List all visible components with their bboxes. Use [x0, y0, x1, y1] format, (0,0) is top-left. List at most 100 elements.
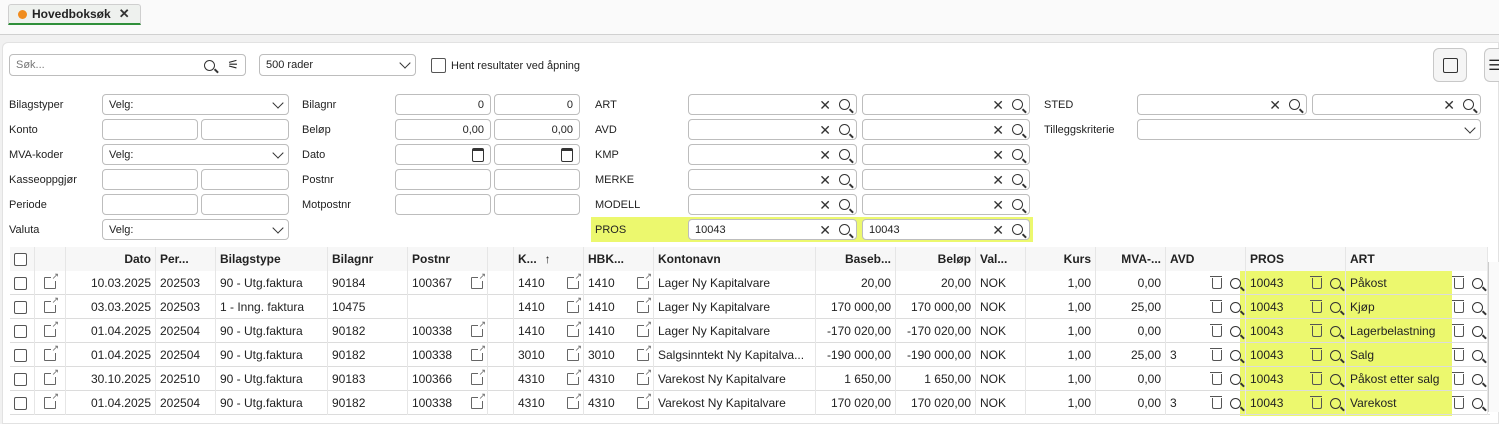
table-row[interactable]: 01.04.2025 202504 90 - Utg.faktura 90182 100… — [10, 319, 1490, 343]
clear-icon[interactable]: ✕ — [819, 148, 831, 162]
search-icon[interactable] — [839, 224, 850, 235]
row-checkbox[interactable] — [10, 367, 35, 391]
clear-icon[interactable]: ✕ — [992, 98, 1004, 112]
delete-icon[interactable] — [1310, 275, 1322, 289]
search-icon[interactable] — [1472, 397, 1483, 409]
merke-from-input[interactable]: ✕ — [688, 169, 857, 190]
clear-icon[interactable]: ✕ — [992, 223, 1004, 237]
search-icon[interactable] — [1330, 301, 1341, 313]
column-header-bilagnr[interactable]: Bilagnr — [328, 247, 408, 271]
periode-from-input[interactable] — [102, 194, 198, 215]
external-link-icon[interactable] — [471, 272, 486, 289]
calendar-icon[interactable] — [561, 147, 573, 162]
konto-to-input[interactable] — [201, 119, 289, 140]
periode-to-input[interactable] — [201, 194, 289, 215]
motpostnr-to-input[interactable] — [494, 194, 580, 215]
clear-icon[interactable]: ✕ — [819, 98, 831, 112]
delete-icon[interactable] — [1310, 323, 1322, 337]
column-header-kurs[interactable]: Kurs — [1026, 247, 1096, 271]
column-header-postnr[interactable]: Postnr — [408, 247, 488, 271]
open-voucher-icon[interactable] — [35, 343, 66, 367]
tillegg-select[interactable] — [1137, 119, 1481, 140]
external-link-icon[interactable] — [471, 320, 486, 337]
belop-to-input[interactable]: 0,00 — [494, 119, 580, 140]
mva-select[interactable]: Velg: — [102, 144, 289, 165]
open-voucher-icon[interactable] — [35, 271, 66, 295]
delete-icon[interactable] — [1210, 395, 1222, 409]
bilagstyper-select[interactable]: Velg: — [102, 94, 289, 115]
search-icon[interactable] — [839, 199, 850, 210]
clear-icon[interactable]: ✕ — [819, 173, 831, 187]
clear-icon[interactable]: ✕ — [992, 173, 1004, 187]
merke-to-input[interactable]: ✕ — [862, 169, 1030, 190]
column-header-avd[interactable]: AVD — [1166, 247, 1246, 271]
row-checkbox[interactable] — [10, 319, 35, 343]
column-header-mva[interactable]: MVA-... — [1096, 247, 1166, 271]
search-icon[interactable] — [839, 149, 850, 160]
search-icon[interactable] — [204, 59, 216, 71]
search-icon[interactable] — [1012, 149, 1023, 160]
search-icon[interactable] — [1330, 397, 1341, 409]
delete-icon[interactable] — [1310, 299, 1322, 313]
save-button[interactable] — [1433, 48, 1467, 82]
art-from-input[interactable]: ✕ — [688, 94, 857, 115]
avd-to-input[interactable]: ✕ — [862, 119, 1030, 140]
sted-from-input[interactable]: ✕ — [1137, 94, 1307, 115]
search-icon[interactable] — [1230, 301, 1241, 313]
search-icon[interactable] — [1289, 99, 1300, 110]
table-row[interactable]: 10.03.2025 202503 90 - Utg.faktura 90184 100… — [10, 271, 1490, 295]
external-link-icon[interactable] — [567, 296, 582, 313]
table-row[interactable]: 01.04.2025 202504 90 - Utg.faktura 90182 100… — [10, 343, 1490, 367]
external-link-icon[interactable] — [567, 344, 582, 361]
delete-icon[interactable] — [1210, 275, 1222, 289]
search-icon[interactable] — [1230, 325, 1241, 337]
column-header-base[interactable]: Baseb... — [816, 247, 896, 271]
sted-to-input[interactable]: ✕ — [1312, 94, 1481, 115]
open-voucher-icon[interactable] — [35, 367, 66, 391]
external-link-icon[interactable] — [637, 344, 652, 361]
clear-icon[interactable]: ✕ — [819, 123, 831, 137]
search-icon[interactable] — [1472, 373, 1483, 385]
row-checkbox[interactable] — [10, 271, 35, 295]
menu-button[interactable]: ☰ — [1484, 48, 1499, 82]
delete-icon[interactable] — [1452, 371, 1464, 385]
search-icon[interactable] — [1012, 224, 1023, 235]
search-icon[interactable] — [1463, 99, 1474, 110]
kmp-to-input[interactable]: ✕ — [862, 144, 1030, 165]
search-icon[interactable] — [1330, 349, 1341, 361]
search-icon[interactable] — [1330, 373, 1341, 385]
search-icon[interactable] — [839, 174, 850, 185]
motpostnr-from-input[interactable] — [395, 194, 491, 215]
postnr-from-input[interactable] — [395, 169, 491, 190]
column-header-dato[interactable]: Dato — [66, 247, 156, 271]
row-checkbox[interactable] — [10, 391, 35, 415]
column-header-art[interactable]: ART — [1346, 247, 1488, 271]
external-link-icon[interactable] — [567, 368, 582, 385]
filter-settings-icon[interactable]: ⚟ — [227, 57, 239, 73]
external-link-icon[interactable] — [567, 320, 582, 337]
kasse-from-input[interactable] — [102, 169, 198, 190]
clear-icon[interactable]: ✕ — [992, 198, 1004, 212]
kasse-to-input[interactable] — [201, 169, 289, 190]
dato-to-input[interactable] — [494, 144, 580, 165]
column-header-val[interactable]: Val... — [976, 247, 1026, 271]
search-icon[interactable] — [1230, 349, 1241, 361]
konto-from-input[interactable] — [102, 119, 198, 140]
pros-from-input[interactable]: 10043 ✕ — [688, 219, 857, 240]
column-header-pros[interactable]: PROS — [1246, 247, 1346, 271]
delete-icon[interactable] — [1452, 323, 1464, 337]
search-icon[interactable] — [1230, 277, 1241, 289]
table-row[interactable]: 03.03.2025 202503 1 - Inng. faktura 10475 14… — [10, 295, 1490, 319]
open-voucher-icon[interactable] — [35, 295, 66, 319]
delete-icon[interactable] — [1210, 299, 1222, 313]
close-icon[interactable]: ✕ — [119, 6, 130, 22]
external-link-icon[interactable] — [471, 344, 486, 361]
modell-from-input[interactable]: ✕ — [688, 194, 857, 215]
side-panel-tab[interactable] — [1488, 262, 1499, 412]
clear-icon[interactable]: ✕ — [819, 223, 831, 237]
clear-icon[interactable]: ✕ — [992, 123, 1004, 137]
open-voucher-icon[interactable] — [35, 319, 66, 343]
column-header-per[interactable]: Per... — [156, 247, 216, 271]
table-row[interactable]: 01.04.2025 202504 90 - Utg.faktura 90182 100… — [10, 391, 1490, 415]
delete-icon[interactable] — [1310, 347, 1322, 361]
